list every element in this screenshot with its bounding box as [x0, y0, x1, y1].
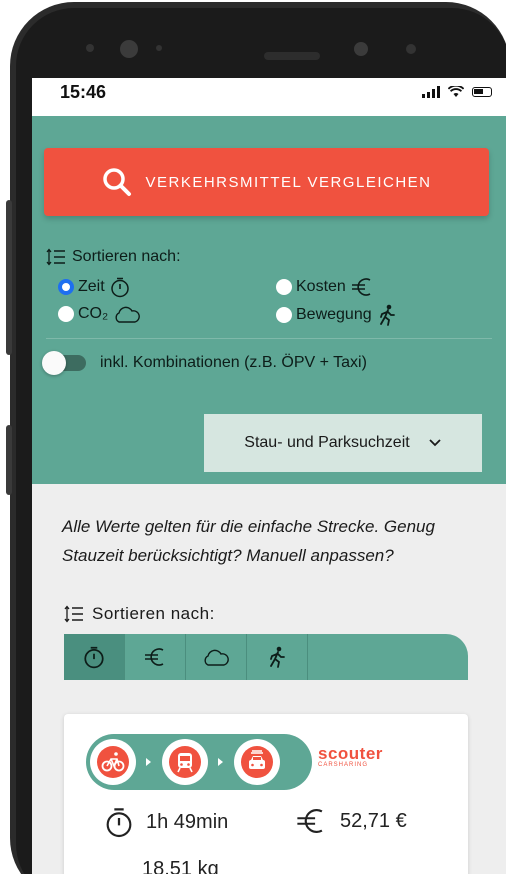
- compare-button-label: VERKEHRSMITTEL VERGLEICHEN: [145, 173, 432, 191]
- bicycle-icon: [97, 746, 129, 778]
- euro-icon: [297, 809, 323, 833]
- sort-tab-bar: [64, 634, 468, 680]
- compare-button[interactable]: VERKEHRSMITTEL VERGLEICHEN: [44, 148, 489, 216]
- sort-option-kosten[interactable]: Kosten: [276, 276, 374, 298]
- sort-option-zeit[interactable]: Zeit: [58, 276, 131, 298]
- co2-stat: 18,51 kg: [142, 858, 219, 874]
- status-bar: 15:46: [32, 78, 506, 116]
- radio-unselected[interactable]: [58, 306, 74, 322]
- euro-icon: [145, 648, 164, 666]
- arrow-right-icon: [214, 757, 228, 767]
- status-icons: [422, 86, 492, 98]
- route-modes: [86, 734, 312, 790]
- train-icon: [169, 746, 201, 778]
- sort-heading-text: Sortieren nach:: [72, 248, 181, 265]
- signal-icon: [422, 86, 440, 98]
- front-camera: [354, 42, 368, 56]
- sensor-dot: [156, 45, 162, 51]
- sort-heading: Sortieren nach:: [46, 248, 181, 266]
- duration-stat: 1h 49min: [104, 806, 228, 838]
- cost-value: 52,71 €: [340, 809, 407, 832]
- camera-dot: [120, 40, 138, 58]
- wifi-icon: [448, 86, 464, 97]
- radio-selected[interactable]: [58, 279, 74, 295]
- divider: [46, 338, 492, 339]
- sort-option-label: Bewegung: [296, 306, 372, 323]
- sort-tab-co2[interactable]: [186, 634, 247, 680]
- dropdown-label: Stau- und Parksuchzeit: [244, 434, 410, 451]
- sort-option-label: Zeit: [78, 278, 105, 295]
- co2-value: 18,51 kg: [142, 858, 219, 874]
- battery-icon: [472, 87, 492, 97]
- stopwatch-icon: [110, 277, 129, 298]
- walking-icon: [270, 646, 285, 668]
- combinations-toggle-label: inkl. Kombinationen (z.B. ÖPV + Taxi): [100, 354, 367, 371]
- sort-icon: [46, 248, 65, 266]
- info-text: Alle Werte gelten für die einfache Strec…: [62, 517, 435, 565]
- sensor-dot: [406, 44, 416, 54]
- sort-tab-movement[interactable]: [247, 634, 308, 680]
- phone-side-button: [6, 200, 12, 355]
- provider-name: scouter: [318, 744, 383, 763]
- duration-value: 1h 49min: [146, 810, 229, 833]
- app-screen: 15:46 VERKEHRSMITTEL VERGLEICHEN Sortier…: [32, 78, 506, 874]
- radio-unselected[interactable]: [276, 307, 292, 323]
- phone-top-bezel: [32, 10, 506, 78]
- mode-train: [162, 739, 208, 785]
- chevron-down-icon: [429, 439, 441, 447]
- sensor-dot: [86, 44, 94, 52]
- results-sort-heading-text: Sortieren nach:: [92, 604, 215, 623]
- cloud-icon: [204, 649, 229, 666]
- search-panel: VERKEHRSMITTEL VERGLEICHEN Sortieren nac…: [32, 116, 506, 484]
- radio-unselected[interactable]: [276, 279, 292, 295]
- sort-option-label: Kosten: [296, 278, 346, 295]
- sort-option-label: CO₂: [78, 305, 109, 322]
- toggle-knob: [42, 351, 66, 375]
- arrow-right-icon: [142, 757, 156, 767]
- car-icon: [241, 746, 273, 778]
- provider-logo: scouter CARSHARING: [318, 744, 383, 768]
- euro-icon: [351, 278, 371, 296]
- route-result-card[interactable]: scouter CARSHARING 1h 49min 52,71 € 18,5…: [64, 714, 468, 874]
- phone-side-button: [6, 425, 12, 495]
- cost-stat: 52,71 €: [294, 806, 407, 836]
- mode-bicycle: [90, 739, 136, 785]
- sort-tab-cost[interactable]: [125, 634, 186, 680]
- congestion-dropdown[interactable]: Stau- und Parksuchzeit: [204, 414, 482, 472]
- status-time: 15:46: [60, 82, 107, 102]
- sort-option-bewegung[interactable]: Bewegung: [276, 304, 398, 326]
- search-icon: [102, 168, 131, 196]
- combinations-toggle-row[interactable]: inkl. Kombinationen (z.B. ÖPV + Taxi): [42, 351, 367, 375]
- sort-tab-time[interactable]: [64, 634, 125, 680]
- stopwatch-icon: [106, 808, 132, 838]
- sort-icon: [64, 605, 83, 623]
- cloud-icon: [115, 306, 141, 323]
- walking-icon: [379, 304, 395, 326]
- mode-car: [234, 739, 280, 785]
- stopwatch-icon: [84, 646, 104, 669]
- earpiece-speaker: [264, 52, 320, 60]
- sort-option-co2[interactable]: CO₂: [58, 304, 142, 324]
- combinations-toggle[interactable]: [42, 351, 86, 375]
- results-sort-heading: Sortieren nach:: [64, 604, 215, 624]
